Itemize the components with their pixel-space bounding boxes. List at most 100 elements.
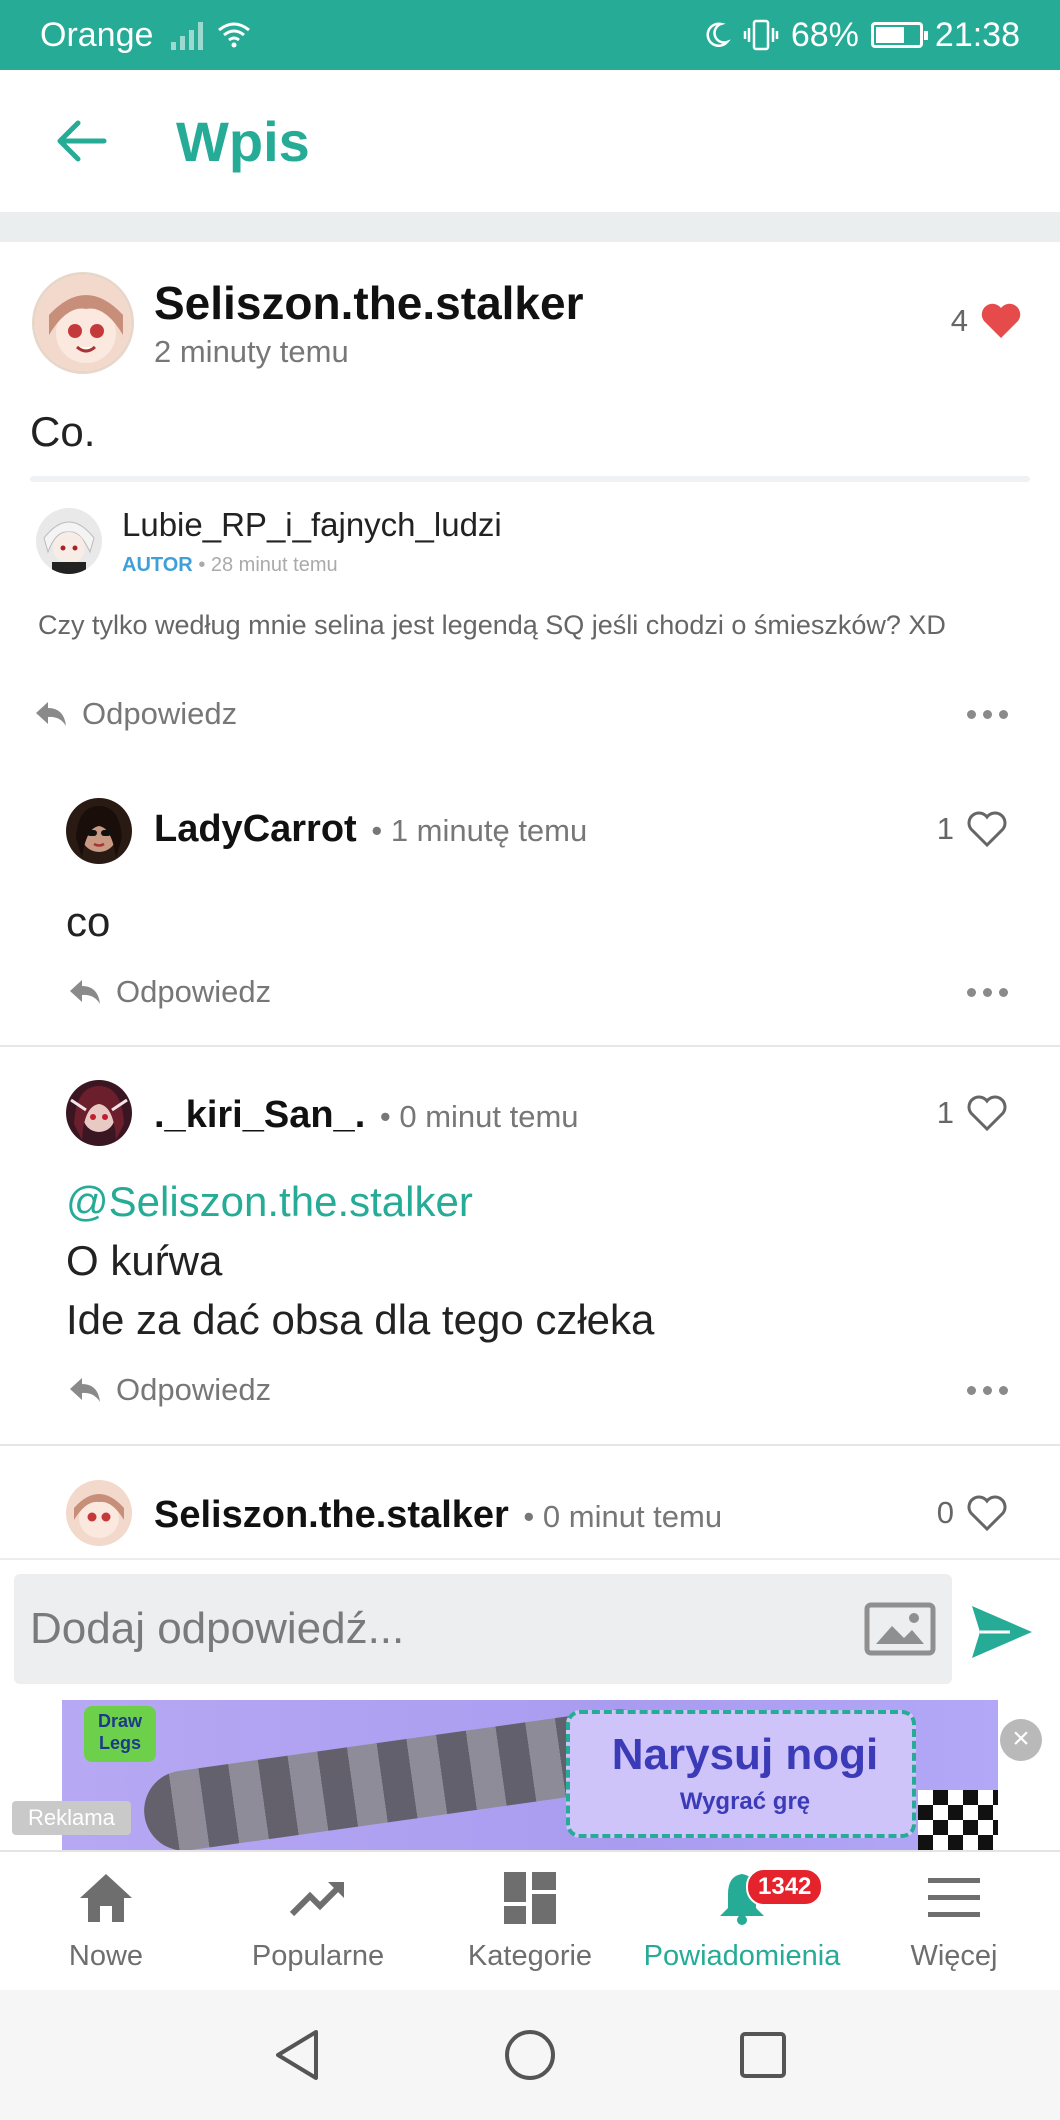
post-author-avatar[interactable] (32, 272, 134, 374)
battery-icon (870, 22, 928, 48)
comment-avatar[interactable] (66, 1080, 132, 1146)
comment-likes[interactable]: 1 (937, 1094, 1008, 1132)
comment-time: 0 minut temu (399, 1099, 579, 1134)
wifi-icon (218, 22, 251, 48)
comment-author[interactable]: LadyCarrot • 1 minutę temu (154, 808, 587, 851)
comment-reply-button[interactable]: Odpowiedz (68, 1372, 271, 1408)
post-more-button[interactable] (967, 710, 1008, 719)
menu-icon (928, 1878, 980, 1917)
ad-banner[interactable]: Draw Legs Narysuj nogi Wygrać grę (62, 1700, 998, 1850)
square-recents-icon (740, 2032, 787, 2078)
nav-label: Nowe (68, 1940, 144, 1972)
bottom-navigation: Nowe Popularne Kategorie 1342 Powiadomie… (0, 1850, 1060, 1990)
reply-icon (70, 1378, 100, 1402)
reply-composer (0, 1558, 1060, 1698)
back-button[interactable] (52, 111, 112, 171)
reply-input[interactable] (30, 1574, 850, 1684)
comment-item: ._kiri_San_. • 0 minut temu 1 @Seliszon.… (0, 1080, 1060, 1440)
ad-close-button[interactable]: × (1000, 1719, 1042, 1761)
comment-item: LadyCarrot • 1 minutę temu 1 co Odpowied… (0, 798, 1060, 1048)
circle-home-icon (504, 2030, 555, 2080)
nav-item-popularne[interactable]: Popularne (212, 1852, 424, 1990)
system-back-button[interactable] (265, 2023, 329, 2087)
comment-text-line: O kuŕwa (66, 1237, 223, 1284)
nav-label: Więcej (910, 1940, 998, 1972)
comment-likes[interactable]: 0 (937, 1494, 1008, 1532)
comment-author-name: LadyCarrot (154, 808, 357, 850)
nav-item-nowe[interactable]: Nowe (0, 1852, 212, 1990)
dashboard-icon (504, 1872, 556, 1924)
comment-item: Seliszon.the.stalker • 0 minut temu 0 (0, 1480, 1060, 1558)
comment-text: co (66, 898, 111, 945)
quoted-meta: AUTOR • 28 minut temu (122, 554, 338, 576)
nav-item-powiadomienia[interactable]: 1342 Powiadomienia (636, 1852, 848, 1990)
comment-time: 0 minut temu (542, 1499, 723, 1534)
nav-item-kategorie[interactable]: Kategorie (424, 1852, 636, 1990)
clock: 21:38 (934, 15, 1020, 54)
ad-title: Narysuj nogi (611, 1730, 879, 1779)
post-actions: Odpowiedz (0, 692, 1060, 742)
carrier-name: Orange (40, 15, 154, 54)
quote-divider (30, 476, 1030, 482)
comment-avatar[interactable] (66, 1480, 132, 1546)
battery-percent: 68% (790, 15, 859, 54)
mention-link[interactable]: @Seliszon.the.stalker (66, 1172, 654, 1231)
checkered-flag (918, 1790, 998, 1850)
heart-outline-icon[interactable] (966, 1494, 1008, 1532)
signal-icon (171, 20, 204, 50)
quoted-text: Czy tylko według mnie selina jest legend… (38, 610, 946, 640)
reply-label: Odpowiedz (82, 696, 238, 731)
reply-label: Odpowiedz (116, 1372, 272, 1407)
comment-author-name: ._kiri_San_. (154, 1094, 366, 1136)
comment-author[interactable]: ._kiri_San_. • 0 minut temu (154, 1094, 579, 1137)
reply-icon (36, 702, 66, 726)
ad-label: Reklama (12, 1801, 131, 1835)
nav-label: Powiadomienia (643, 1940, 841, 1972)
comment-like-count: 1 (936, 811, 954, 846)
comment-reply-button[interactable]: Odpowiedz (68, 974, 271, 1010)
quoted-time: 28 minut temu (210, 554, 338, 576)
post-header: Seliszon.the.stalker 2 minuty temu 4 (32, 272, 1022, 382)
nav-label: Popularne (251, 1940, 385, 1972)
home-icon (80, 1874, 132, 1922)
notification-badge: 1342 (746, 1868, 824, 1906)
reply-icon (70, 980, 100, 1004)
comment-like-count: 1 (936, 1095, 954, 1130)
system-recents-button[interactable] (731, 2023, 795, 2087)
comment-like-count: 0 (936, 1495, 954, 1530)
comment-divider (0, 1045, 1060, 1047)
send-icon[interactable] (970, 1604, 1034, 1660)
app-bar: Wpis (0, 70, 1060, 212)
comment-more-button[interactable] (967, 1386, 1008, 1395)
comment-more-button[interactable] (967, 988, 1008, 997)
header-separator (0, 212, 1060, 242)
system-home-button[interactable] (498, 2023, 562, 2087)
comment-time: 1 minutę temu (390, 813, 588, 848)
nav-label: Kategorie (467, 1940, 593, 1972)
comment-body: @Seliszon.the.stalker O kuŕwa Ide za dać… (66, 1172, 654, 1349)
post-author-name[interactable]: Seliszon.the.stalker (154, 276, 584, 330)
comment-divider (0, 1444, 1060, 1446)
page-title: Wpis (176, 109, 310, 173)
author-badge: AUTOR (122, 554, 193, 576)
arrow-left-icon (57, 120, 107, 162)
system-navigation (0, 1990, 1060, 2120)
status-bar: Orange 68% 21:38 (0, 0, 1060, 70)
reply-input-box (14, 1574, 952, 1684)
post-time: 2 minuty temu (154, 334, 349, 369)
post-text: Co. (30, 408, 96, 455)
post-reply-button[interactable]: Odpowiedz (34, 696, 237, 732)
ad-subtitle: Wygrać grę (679, 1788, 811, 1815)
comment-author[interactable]: Seliszon.the.stalker • 0 minut temu (154, 1494, 722, 1537)
post-likes[interactable]: 4 (951, 302, 1022, 340)
heart-outline-icon[interactable] (966, 1094, 1008, 1132)
comment-likes[interactable]: 1 (937, 810, 1008, 848)
nav-item-wiecej[interactable]: Więcej (848, 1852, 1060, 1990)
comment-author-name: Seliszon.the.stalker (154, 1494, 509, 1536)
heart-filled-icon[interactable] (980, 302, 1022, 340)
image-icon[interactable] (864, 1602, 936, 1656)
reply-label: Odpowiedz (116, 974, 272, 1009)
ad-cta[interactable]: Narysuj nogi Wygrać grę (566, 1710, 916, 1838)
comment-avatar[interactable] (66, 798, 132, 864)
heart-outline-icon[interactable] (966, 810, 1008, 848)
